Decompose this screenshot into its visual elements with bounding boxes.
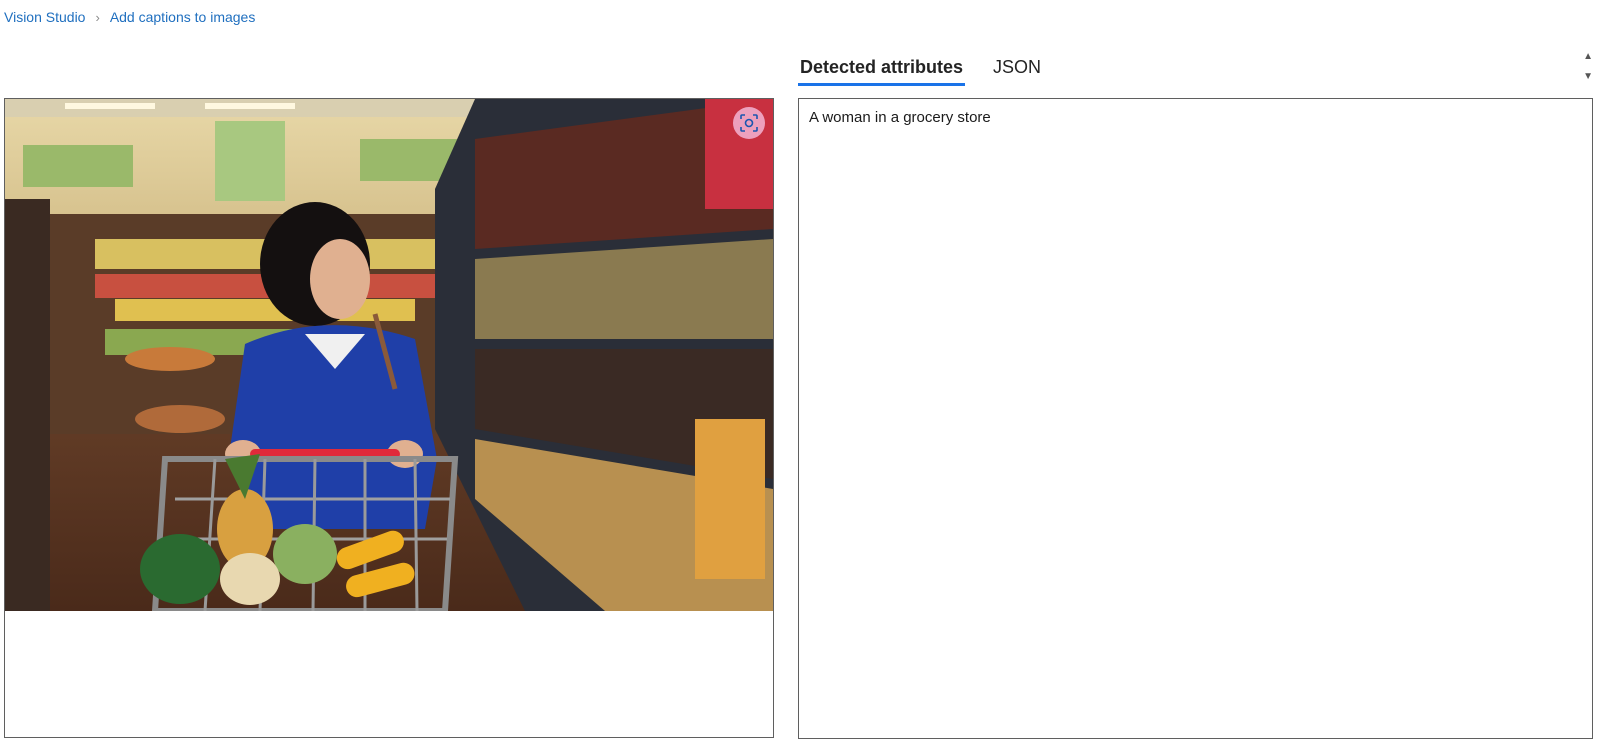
chevron-right-icon: › xyxy=(95,9,100,25)
breadcrumb-vision-studio-link[interactable]: Vision Studio xyxy=(4,9,85,25)
triangle-down-icon[interactable]: ▼ xyxy=(1583,67,1593,87)
breadcrumb: Vision Studio › Add captions to images xyxy=(4,9,255,25)
detect-objects-button[interactable] xyxy=(733,107,765,139)
result-tabs: Detected attributes JSON xyxy=(798,50,1069,86)
detected-attributes-panel: A woman in a grocery store xyxy=(798,98,1593,739)
scroll-control: ▲ ▼ xyxy=(1583,47,1593,87)
breadcrumb-add-captions-link[interactable]: Add captions to images xyxy=(110,9,256,25)
focus-scan-icon xyxy=(740,114,758,132)
image-preview-panel xyxy=(4,98,774,738)
triangle-up-icon[interactable]: ▲ xyxy=(1583,47,1593,67)
tab-detected-attributes[interactable]: Detected attributes xyxy=(798,57,966,86)
caption-result: A woman in a grocery store xyxy=(809,109,991,126)
grocery-store-image xyxy=(5,99,773,611)
tab-json[interactable]: JSON xyxy=(991,57,1043,86)
